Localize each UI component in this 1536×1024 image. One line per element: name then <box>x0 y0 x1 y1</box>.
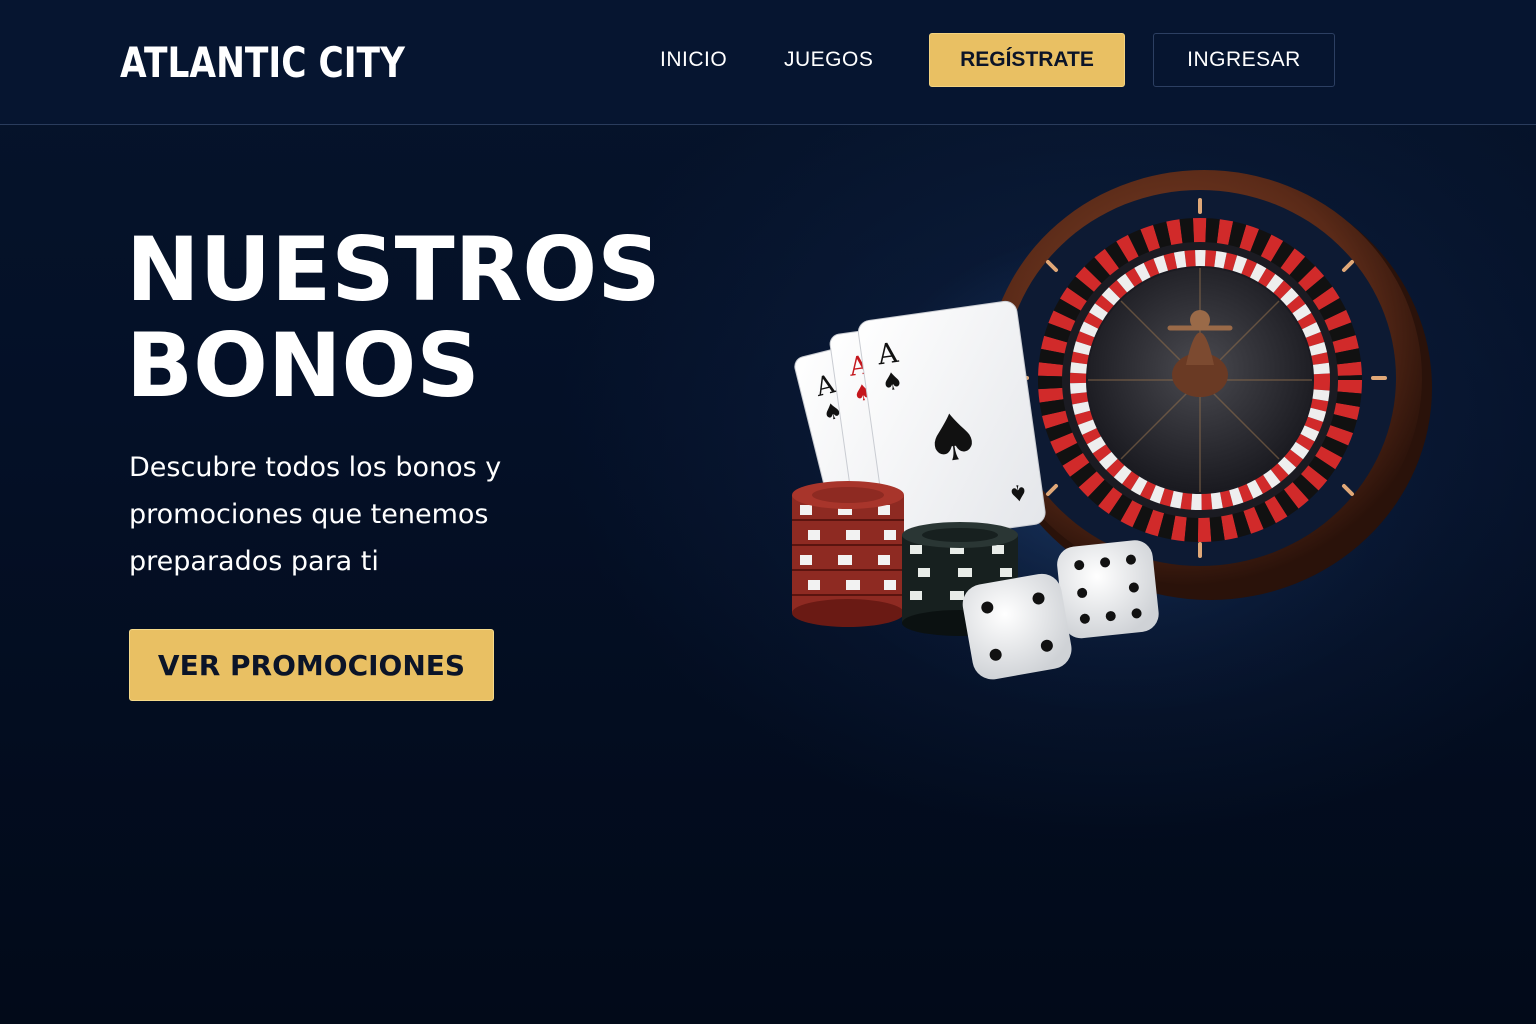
hero-title-line-1: NUESTROS <box>126 218 661 321</box>
roulette-wheel <box>986 170 1432 600</box>
svg-text:♠: ♠ <box>919 398 986 479</box>
login-button[interactable]: INGRESAR <box>1153 33 1335 87</box>
svg-text:♠: ♠ <box>880 366 905 397</box>
site-header: ATLANTIC CITY INICIO JUEGOS REGÍSTRATE I… <box>0 0 1536 125</box>
page: ATLANTIC CITY INICIO JUEGOS REGÍSTRATE I… <box>0 0 1536 1024</box>
nav-link-inicio[interactable]: INICIO <box>660 48 727 72</box>
hero-subtitle: Descubre todos los bonos y promociones q… <box>129 452 502 577</box>
brand-logo[interactable]: ATLANTIC CITY <box>120 38 405 87</box>
nav-link-juegos[interactable]: JUEGOS <box>784 48 873 72</box>
red-chip-stack <box>792 481 904 627</box>
casino-illustration: A ♠ A ♠ A ♠ ♠ ♠ <box>780 170 1460 710</box>
view-promotions-button[interactable]: VER PROMOCIONES <box>129 629 494 701</box>
hero-title: NUESTROS BONOS <box>126 222 661 414</box>
hero-title-line-2: BONOS <box>126 314 480 417</box>
svg-text:♠: ♠ <box>1007 478 1030 506</box>
register-button[interactable]: REGÍSTRATE <box>929 33 1125 87</box>
